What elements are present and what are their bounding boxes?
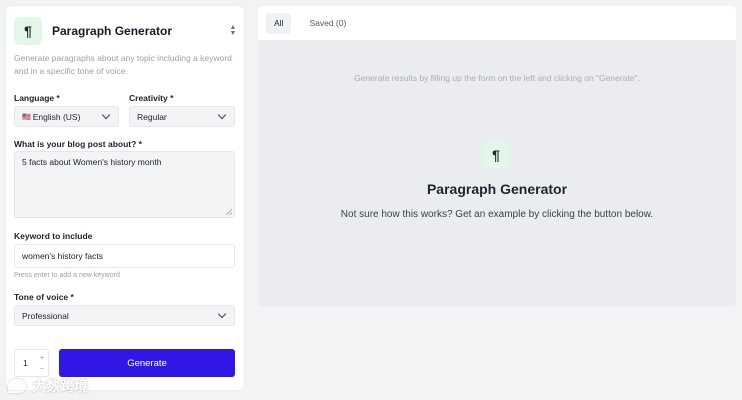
quantity-value: 1 bbox=[23, 358, 28, 368]
watermark-logo-icon bbox=[8, 379, 26, 393]
creativity-label: Creativity * bbox=[129, 93, 174, 103]
keyword-label: Keyword to include bbox=[14, 231, 93, 241]
increment-icon[interactable]: + bbox=[40, 352, 45, 363]
language-label: Language * bbox=[14, 93, 60, 103]
language-select[interactable]: 🇺🇸 English (US) bbox=[14, 106, 119, 127]
tool-title: Paragraph Generator bbox=[52, 24, 173, 38]
keyword-input[interactable]: women's history facts bbox=[14, 244, 235, 268]
topic-label: What is your blog post about? * bbox=[14, 139, 142, 149]
empty-state-subtitle: Not sure how this works? Get an example … bbox=[340, 209, 654, 220]
keyword-hint: Press enter to add a new keyword bbox=[14, 272, 120, 279]
results-area: Generate results by filling up the form … bbox=[258, 40, 736, 306]
tool-description: Generate paragraphs about any topic incl… bbox=[14, 53, 232, 76]
quantity-stepper[interactable]: 1 + − bbox=[14, 349, 49, 377]
results-hint: Generate results by filling up the form … bbox=[354, 73, 640, 83]
keyword-value: women's history facts bbox=[22, 251, 103, 261]
us-flag-icon: 🇺🇸 bbox=[22, 113, 31, 121]
watermark-text: 大数跨境 bbox=[32, 378, 88, 394]
expand-collapse-icon[interactable]: ▲ ▼ bbox=[226, 21, 240, 41]
tone-select[interactable]: Professional bbox=[14, 305, 235, 326]
empty-state-title: Paragraph Generator bbox=[426, 181, 568, 197]
paragraph-icon: ¶ bbox=[14, 17, 42, 45]
chevron-down-icon bbox=[101, 110, 111, 120]
language-value: English (US) bbox=[32, 111, 81, 122]
decrement-icon[interactable]: − bbox=[40, 363, 45, 374]
results-tabs: All Saved (0) bbox=[258, 6, 736, 40]
creativity-select[interactable]: Regular bbox=[129, 106, 235, 127]
tone-value: Professional bbox=[22, 310, 69, 321]
chevron-down-icon bbox=[217, 110, 227, 120]
watermark: 大数跨境 bbox=[8, 376, 88, 396]
generate-button[interactable]: Generate bbox=[59, 349, 235, 377]
paragraph-icon: ¶ bbox=[482, 141, 510, 169]
resize-handle-icon[interactable] bbox=[226, 209, 232, 215]
creativity-value: Regular bbox=[137, 111, 167, 122]
chevron-down-icon bbox=[217, 309, 227, 319]
tone-label: Tone of voice * bbox=[14, 292, 74, 302]
topic-value: 5 facts about Women's history month bbox=[22, 157, 162, 167]
tab-all[interactable]: All bbox=[266, 12, 292, 34]
tab-saved[interactable]: Saved (0) bbox=[301, 13, 354, 34]
topic-textarea[interactable]: 5 facts about Women's history month bbox=[14, 151, 235, 218]
tool-header[interactable]: ¶ Paragraph Generator ▲ ▼ bbox=[14, 14, 240, 48]
form-panel: ¶ Paragraph Generator ▲ ▼ Generate paragr… bbox=[6, 6, 244, 390]
